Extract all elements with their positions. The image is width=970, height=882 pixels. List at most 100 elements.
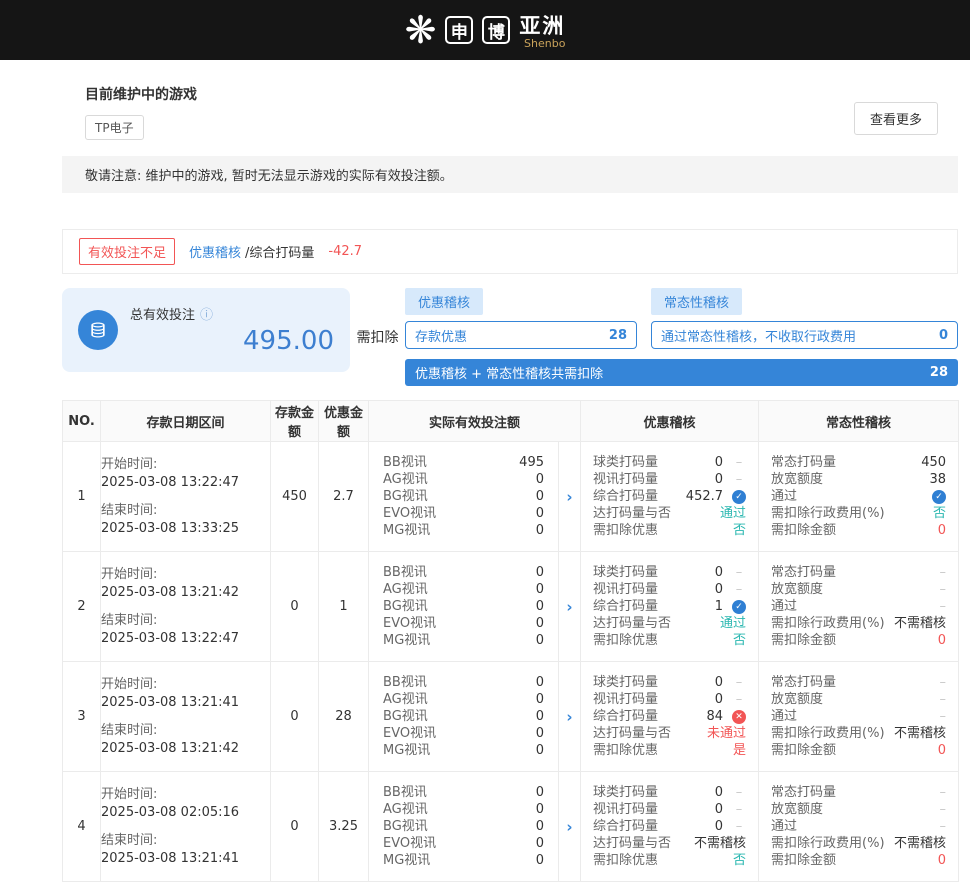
detail-value: – [940, 708, 947, 725]
detail-value: 38 [929, 471, 946, 488]
detail-label: 放宽额度 [771, 581, 823, 598]
date-label: 开始时间: [101, 566, 270, 584]
detail-value: 0 [536, 725, 544, 742]
detail-label: 需扣除金额 [771, 742, 836, 759]
routine-audit-cell: 常态打码量–放宽额度–通过–需扣除行政费用(%)不需稽核需扣除金额0 [759, 662, 959, 772]
column-header: 优惠金额 [319, 401, 369, 442]
promo-audit-field[interactable]: 存款优惠 28 [405, 321, 637, 349]
detail-line: BG视讯0 [383, 818, 544, 835]
detail-label: 需扣除行政费用(%) [771, 725, 885, 742]
detail-line: MG视讯0 [383, 852, 544, 869]
promo-audit-tab[interactable]: 优惠稽核 [405, 288, 483, 315]
row-number: 3 [63, 662, 101, 772]
detail-label: 常态打码量 [771, 564, 836, 581]
table-row: 3开始时间:2025-03-08 13:21:41结束时间:2025-03-08… [63, 662, 959, 772]
detail-value: 84 [706, 708, 723, 725]
detail-value: 0 [715, 691, 723, 708]
promo-audit-cell: 球类打码量0–视讯打码量0–综合打码量1✓达打码量与否通过需扣除优惠否 [581, 552, 759, 662]
table-row: 4开始时间:2025-03-08 02:05:16结束时间:2025-03-08… [63, 772, 959, 882]
deposit-amount: 0 [271, 552, 319, 662]
table-row: 1开始时间:2025-03-08 13:22:47结束时间:2025-03-08… [63, 442, 959, 552]
total-valid-bet-label: 总有效投注 [130, 304, 195, 323]
dash-icon: – [732, 471, 746, 488]
date-value: 2025-03-08 13:21:42 [101, 584, 270, 602]
view-more-button[interactable]: 查看更多 [854, 102, 938, 135]
detail-line: AG视讯0 [383, 581, 544, 598]
detail-label: 需扣除行政费用(%) [771, 835, 885, 852]
logo-brand-en: Shenbo [524, 37, 565, 50]
column-header: 优惠稽核 [581, 401, 759, 442]
detail-label: 需扣除金额 [771, 632, 836, 649]
dash-icon: – [732, 818, 746, 835]
detail-label: 需扣除金额 [771, 852, 836, 869]
detail-value: 0 [536, 818, 544, 835]
page-content: 目前维护中的游戏 TP电子 查看更多 敬请注意: 维护中的游戏, 暂时无法显示游… [62, 60, 958, 882]
detail-value: – [940, 801, 947, 818]
expand-arrow-icon[interactable]: › [559, 662, 581, 772]
detail-value: 通过 [720, 615, 746, 632]
deposit-amount: 0 [271, 662, 319, 772]
promo-field-value: 28 [609, 328, 627, 343]
expand-arrow-icon[interactable]: › [559, 772, 581, 882]
detail-value: 否 [733, 852, 746, 869]
routine-audit-cell: 常态打码量–放宽额度–通过–需扣除行政费用(%)不需稽核需扣除金额0 [759, 772, 959, 882]
detail-label: 综合打码量 [593, 488, 658, 505]
dash-icon: – [732, 454, 746, 471]
table-row: 2开始时间:2025-03-08 13:21:42结束时间:2025-03-08… [63, 552, 959, 662]
detail-line: EVO视讯 0 [383, 725, 544, 742]
routine-audit-tab[interactable]: 常态性稽核 [651, 288, 742, 315]
detail-line: 球类打码量0– [593, 564, 746, 581]
date-label: 结束时间: [101, 612, 270, 630]
date-label: 结束时间: [101, 502, 270, 520]
status-value: -42.7 [328, 244, 362, 259]
detail-label: 需扣除优惠 [593, 852, 658, 869]
detail-line: 视讯打码量0– [593, 471, 746, 488]
detail-line: 达打码量与否 未通过 [593, 725, 746, 742]
detail-value: 1 [715, 598, 723, 615]
logo-flower-icon: ❋ [405, 11, 437, 49]
detail-line: BG视讯0 [383, 488, 544, 505]
detail-value: 0 [536, 801, 544, 818]
detail-label: 常态打码量 [771, 454, 836, 471]
column-header: 常态性稽核 [759, 401, 959, 442]
date-label: 开始时间: [101, 676, 270, 694]
promo-audit-column: 优惠稽核 存款优惠 28 [405, 288, 637, 349]
detail-value: 是 [733, 742, 746, 759]
expand-arrow-icon[interactable]: › [559, 552, 581, 662]
detail-value: 否 [933, 505, 946, 522]
detail-value: 0 [536, 615, 544, 632]
routine-audit-field[interactable]: 通过常态性稽核，不收取行政费用 0 [651, 321, 958, 349]
detail-label: EVO视讯 [383, 835, 436, 852]
deposit-date-range: 开始时间:2025-03-08 13:21:41结束时间:2025-03-08 … [101, 662, 271, 772]
info-icon[interactable]: ⓘ [200, 304, 213, 323]
detail-value: 否 [733, 522, 746, 539]
detail-line: 需扣除金额0 [771, 522, 946, 539]
detail-line: 需扣除金额0 [771, 852, 946, 869]
detail-label: 达打码量与否 [593, 725, 671, 742]
detail-label: 视讯打码量 [593, 581, 658, 598]
check-icon: ✓ [932, 490, 946, 504]
detail-value: 0 [536, 598, 544, 615]
detail-label: 综合打码量 [593, 708, 658, 725]
detail-line: 综合打码量0– [593, 818, 746, 835]
detail-value: 0 [938, 522, 946, 539]
detail-line: 综合打码量1✓ [593, 598, 746, 615]
detail-value: 0 [536, 852, 544, 869]
routine-audit-cell: 常态打码量–放宽额度–通过–需扣除行政费用(%)不需稽核需扣除金额0 [759, 552, 959, 662]
detail-value: 0 [938, 742, 946, 759]
detail-label: AG视讯 [383, 801, 428, 818]
expand-arrow-icon[interactable]: › [559, 442, 581, 552]
detail-value: – [940, 581, 947, 598]
deposit-date-range: 开始时间:2025-03-08 02:05:16结束时间:2025-03-08 … [101, 772, 271, 882]
detail-value: 未通过 [707, 725, 746, 742]
dash-icon: – [732, 564, 746, 581]
valid-bets-cell: BB视讯0AG视讯0BG视讯0EVO视讯0MG视讯0 [369, 662, 559, 772]
detail-label: 球类打码量 [593, 564, 658, 581]
detail-label: 视讯打码量 [593, 471, 658, 488]
detail-label: EVO视讯 [383, 725, 436, 742]
detail-line: 需扣除行政费用(%)不需稽核 [771, 615, 946, 632]
row-number: 4 [63, 772, 101, 882]
detail-value: 不需稽核 [894, 615, 946, 632]
promo-audit-link[interactable]: 优惠稽核 [189, 242, 241, 261]
detail-value: 0 [536, 742, 544, 759]
